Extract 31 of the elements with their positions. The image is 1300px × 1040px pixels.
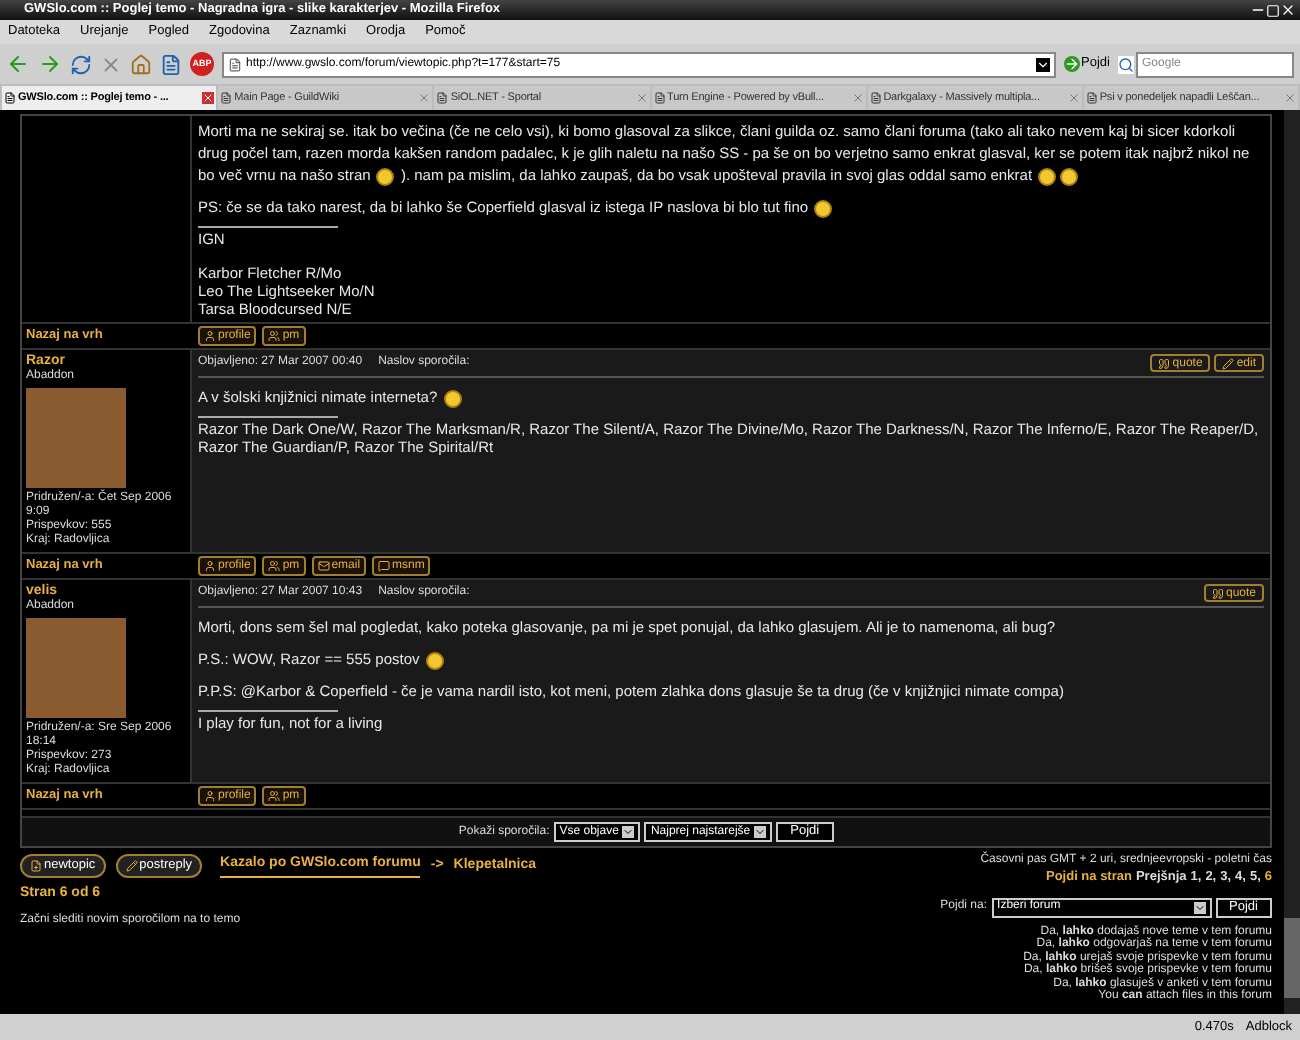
scrollbar[interactable] — [1284, 110, 1300, 1014]
back-icon[interactable] — [6, 52, 30, 76]
maximize-icon[interactable] — [1266, 3, 1280, 17]
smiley-icon — [814, 199, 833, 218]
avatar-placeholder — [26, 618, 126, 718]
page-icon[interactable] — [160, 53, 182, 75]
page-icon — [653, 92, 666, 104]
quote-icon — [1211, 587, 1224, 599]
search-icon — [1118, 55, 1135, 73]
smiley-icon — [425, 651, 444, 670]
page-icon — [436, 92, 449, 104]
page-icon — [220, 92, 233, 104]
page-icon — [228, 57, 242, 71]
smiley-icon — [443, 389, 462, 408]
new-page-icon — [30, 860, 42, 872]
stop-icon[interactable] — [100, 53, 122, 75]
page-icon — [1085, 92, 1098, 104]
pencil-icon — [1222, 357, 1235, 369]
dropdown-icon — [754, 826, 767, 838]
page-icon — [869, 92, 882, 104]
forward-icon[interactable] — [38, 52, 62, 76]
smiley-icon — [376, 167, 395, 186]
page-icon — [4, 92, 16, 104]
dropdown-icon — [622, 826, 635, 838]
home-icon[interactable] — [130, 53, 152, 75]
avatar-placeholder — [26, 388, 126, 488]
pencil-icon — [125, 860, 138, 872]
quote-icon — [1158, 357, 1171, 369]
dropdown-icon — [1193, 901, 1206, 914]
dropdown-icon[interactable] — [1035, 57, 1050, 71]
reload-icon[interactable] — [70, 53, 92, 75]
